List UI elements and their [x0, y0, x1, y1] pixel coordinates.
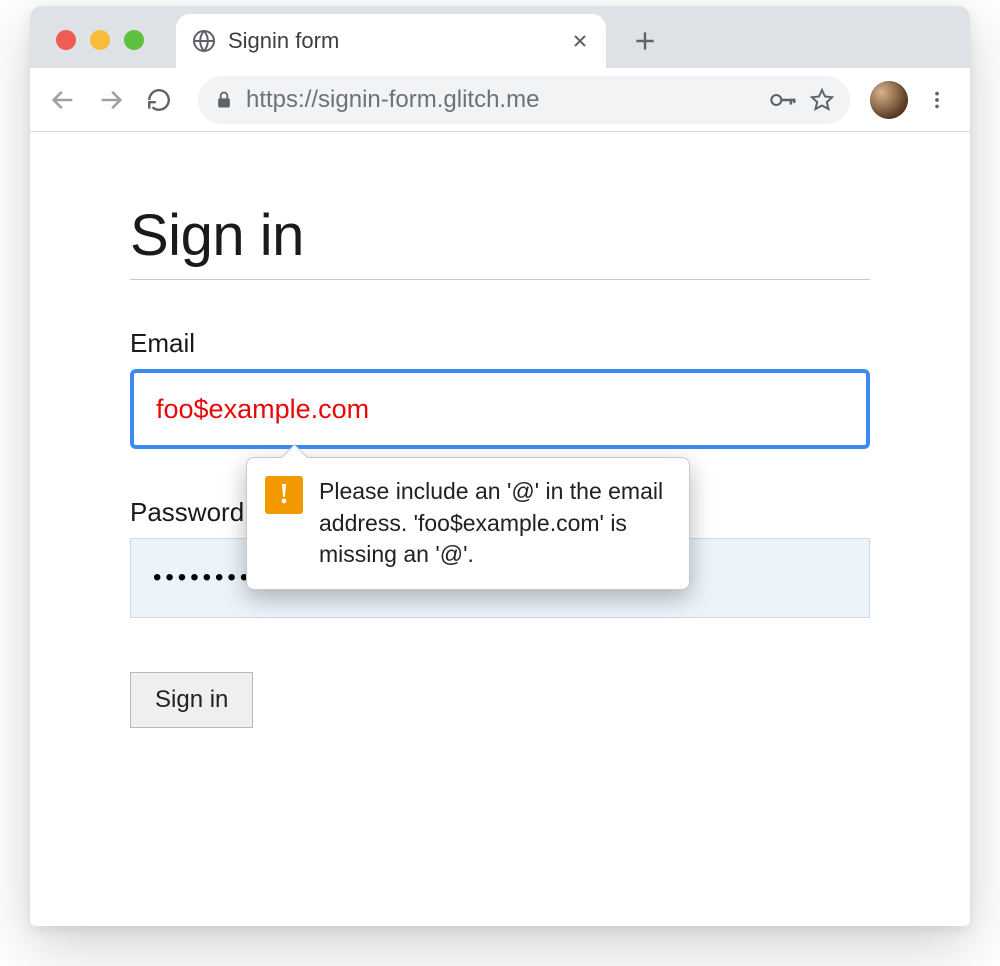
close-icon[interactable] — [570, 31, 590, 51]
window-minimize-button[interactable] — [90, 30, 110, 50]
page-viewport: Sign in Email ! Please include an '@' in… — [30, 132, 970, 768]
warning-icon: ! — [265, 476, 303, 514]
menu-button[interactable] — [918, 81, 956, 119]
browser-window: Signin form — [30, 6, 970, 926]
validation-tooltip: ! Please include an '@' in the email add… — [246, 457, 690, 590]
tab-title: Signin form — [228, 28, 558, 54]
email-field[interactable] — [130, 369, 870, 449]
star-icon[interactable] — [810, 88, 834, 112]
email-input-wrap: ! Please include an '@' in the email add… — [130, 369, 870, 449]
url-text: https://signin-form.glitch.me — [246, 86, 756, 114]
window-maximize-button[interactable] — [124, 30, 144, 50]
forward-button[interactable] — [92, 81, 130, 119]
avatar[interactable] — [870, 81, 908, 119]
window-close-button[interactable] — [56, 30, 76, 50]
lock-icon — [214, 90, 234, 110]
globe-icon — [192, 29, 216, 53]
tab-strip: Signin form — [30, 6, 970, 68]
page-title: Sign in — [130, 202, 870, 280]
key-icon[interactable] — [768, 90, 798, 110]
signin-button[interactable]: Sign in — [130, 672, 253, 728]
reload-button[interactable] — [140, 81, 178, 119]
window-controls — [56, 30, 144, 50]
browser-tab[interactable]: Signin form — [176, 14, 606, 68]
new-tab-button[interactable] — [624, 20, 666, 62]
validation-message: Please include an '@' in the email addre… — [319, 476, 669, 571]
address-bar[interactable]: https://signin-form.glitch.me — [198, 76, 850, 124]
email-label: Email — [130, 328, 870, 359]
back-button[interactable] — [44, 81, 82, 119]
browser-toolbar: https://signin-form.glitch.me — [30, 68, 970, 132]
